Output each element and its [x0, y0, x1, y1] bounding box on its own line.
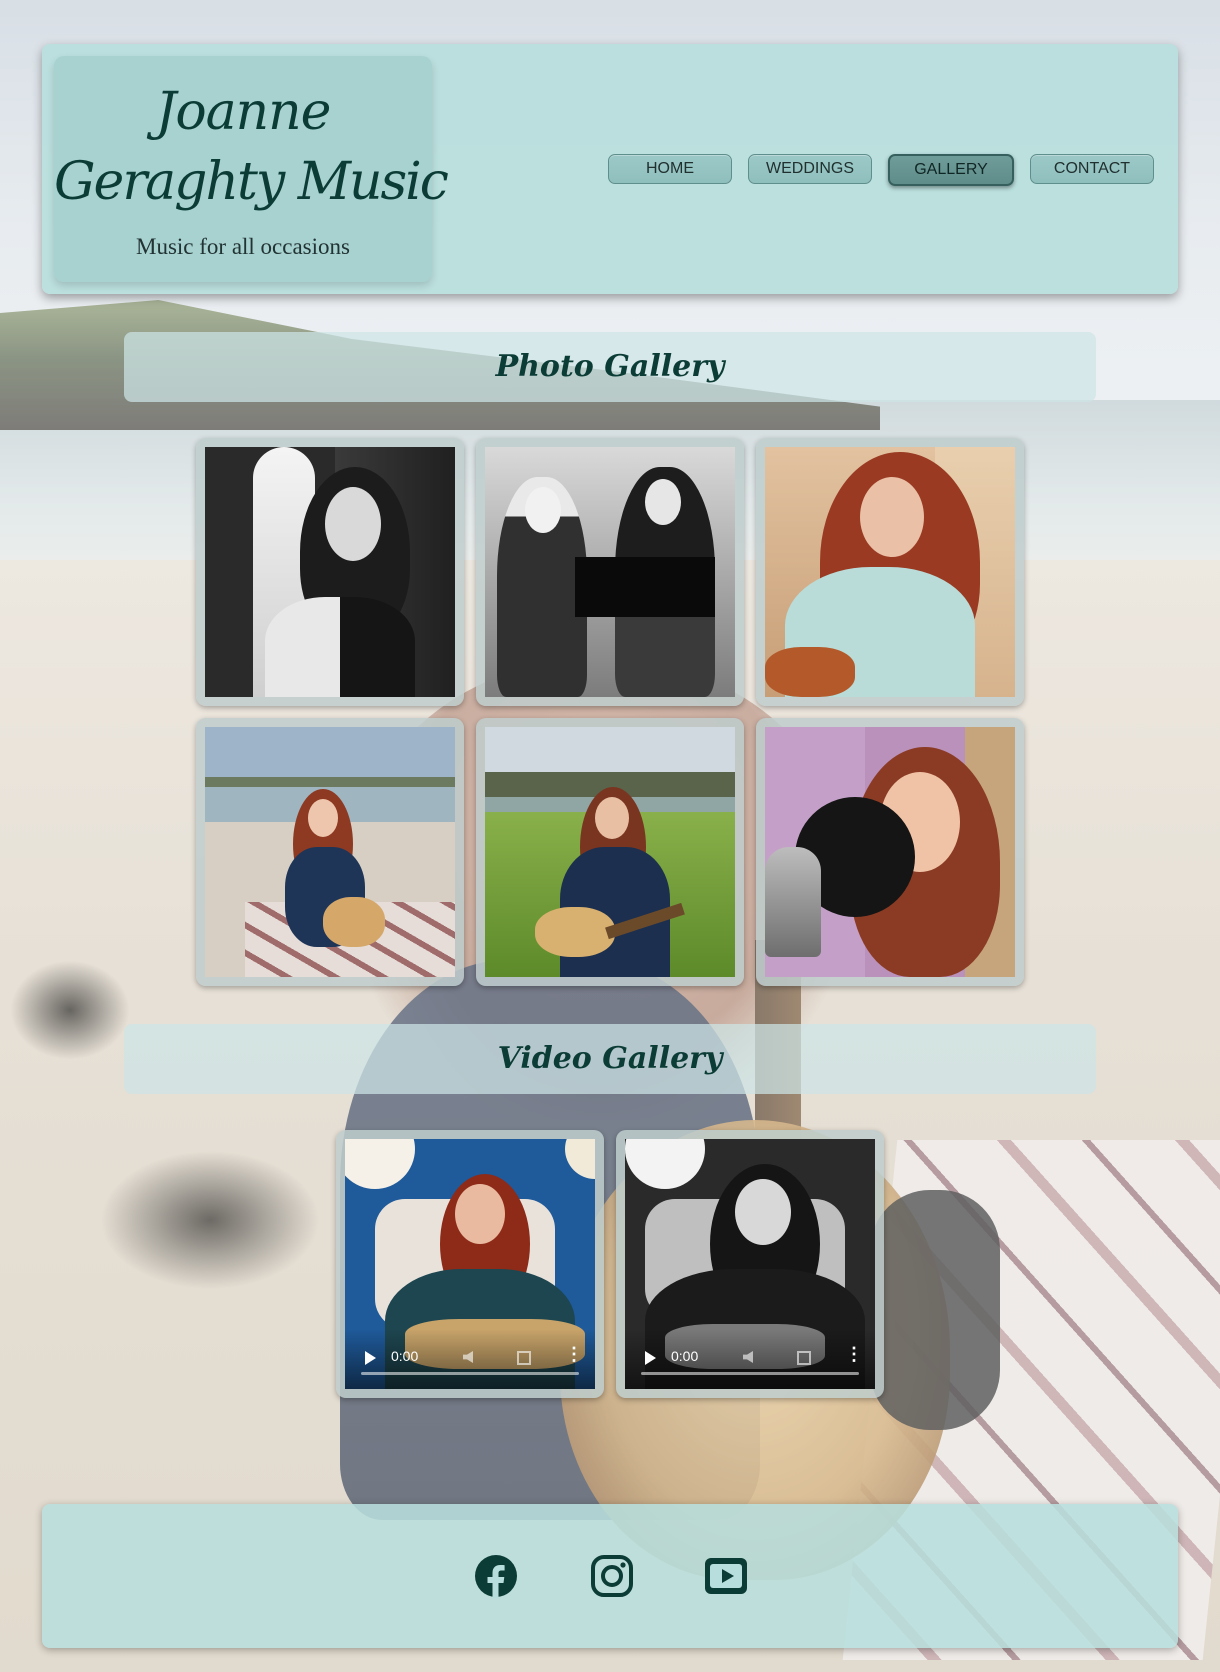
video-controls: 0:00 ⋮ [345, 1329, 595, 1389]
photo-gallery-heading: Photo Gallery [124, 332, 1096, 402]
nav-gallery[interactable]: GALLERY [888, 154, 1014, 186]
gallery-photo-1[interactable] [196, 438, 464, 706]
play-icon[interactable] [645, 1351, 656, 1365]
video-progress-bar[interactable] [361, 1372, 579, 1375]
site-footer [42, 1504, 1178, 1648]
more-options-icon[interactable]: ⋮ [845, 1345, 863, 1363]
volume-icon[interactable] [463, 1351, 473, 1363]
video-controls: 0:00 ⋮ [625, 1329, 875, 1389]
brand-logo[interactable]: Joanne Geraghty Music Music for all occa… [54, 56, 449, 282]
video-player-2[interactable]: 0:00 ⋮ [616, 1130, 884, 1398]
video-progress-bar[interactable] [641, 1372, 859, 1375]
brand-name-line2: Geraghty Music [54, 152, 449, 212]
video-player-1[interactable]: 0:00 ⋮ [336, 1130, 604, 1398]
main-nav: HOME WEDDINGS GALLERY CONTACT [608, 154, 1154, 186]
more-options-icon[interactable]: ⋮ [565, 1345, 583, 1363]
brand-tagline: Music for all occasions [136, 234, 350, 259]
site-header: Joanne Geraghty Music Music for all occa… [42, 44, 1178, 294]
gallery-photo-4[interactable] [196, 718, 464, 986]
gallery-photo-2[interactable] [476, 438, 744, 706]
video-time: 0:00 [671, 1348, 699, 1364]
play-icon[interactable] [365, 1351, 376, 1365]
gallery-photo-5[interactable] [476, 718, 744, 986]
youtube-icon[interactable] [704, 1554, 748, 1598]
fullscreen-icon[interactable] [517, 1351, 531, 1365]
facebook-icon[interactable] [474, 1554, 518, 1598]
volume-icon[interactable] [743, 1351, 753, 1363]
video-gallery-heading: Video Gallery [124, 1024, 1096, 1094]
fullscreen-icon[interactable] [797, 1351, 811, 1365]
nav-contact[interactable]: CONTACT [1030, 154, 1154, 184]
gallery-photo-3[interactable] [756, 438, 1024, 706]
nav-home[interactable]: HOME [608, 154, 732, 184]
instagram-icon[interactable] [590, 1554, 634, 1598]
brand-name-line1: Joanne [155, 82, 332, 142]
video-time: 0:00 [391, 1348, 419, 1364]
gallery-photo-6[interactable] [756, 718, 1024, 986]
nav-weddings[interactable]: WEDDINGS [748, 154, 872, 184]
